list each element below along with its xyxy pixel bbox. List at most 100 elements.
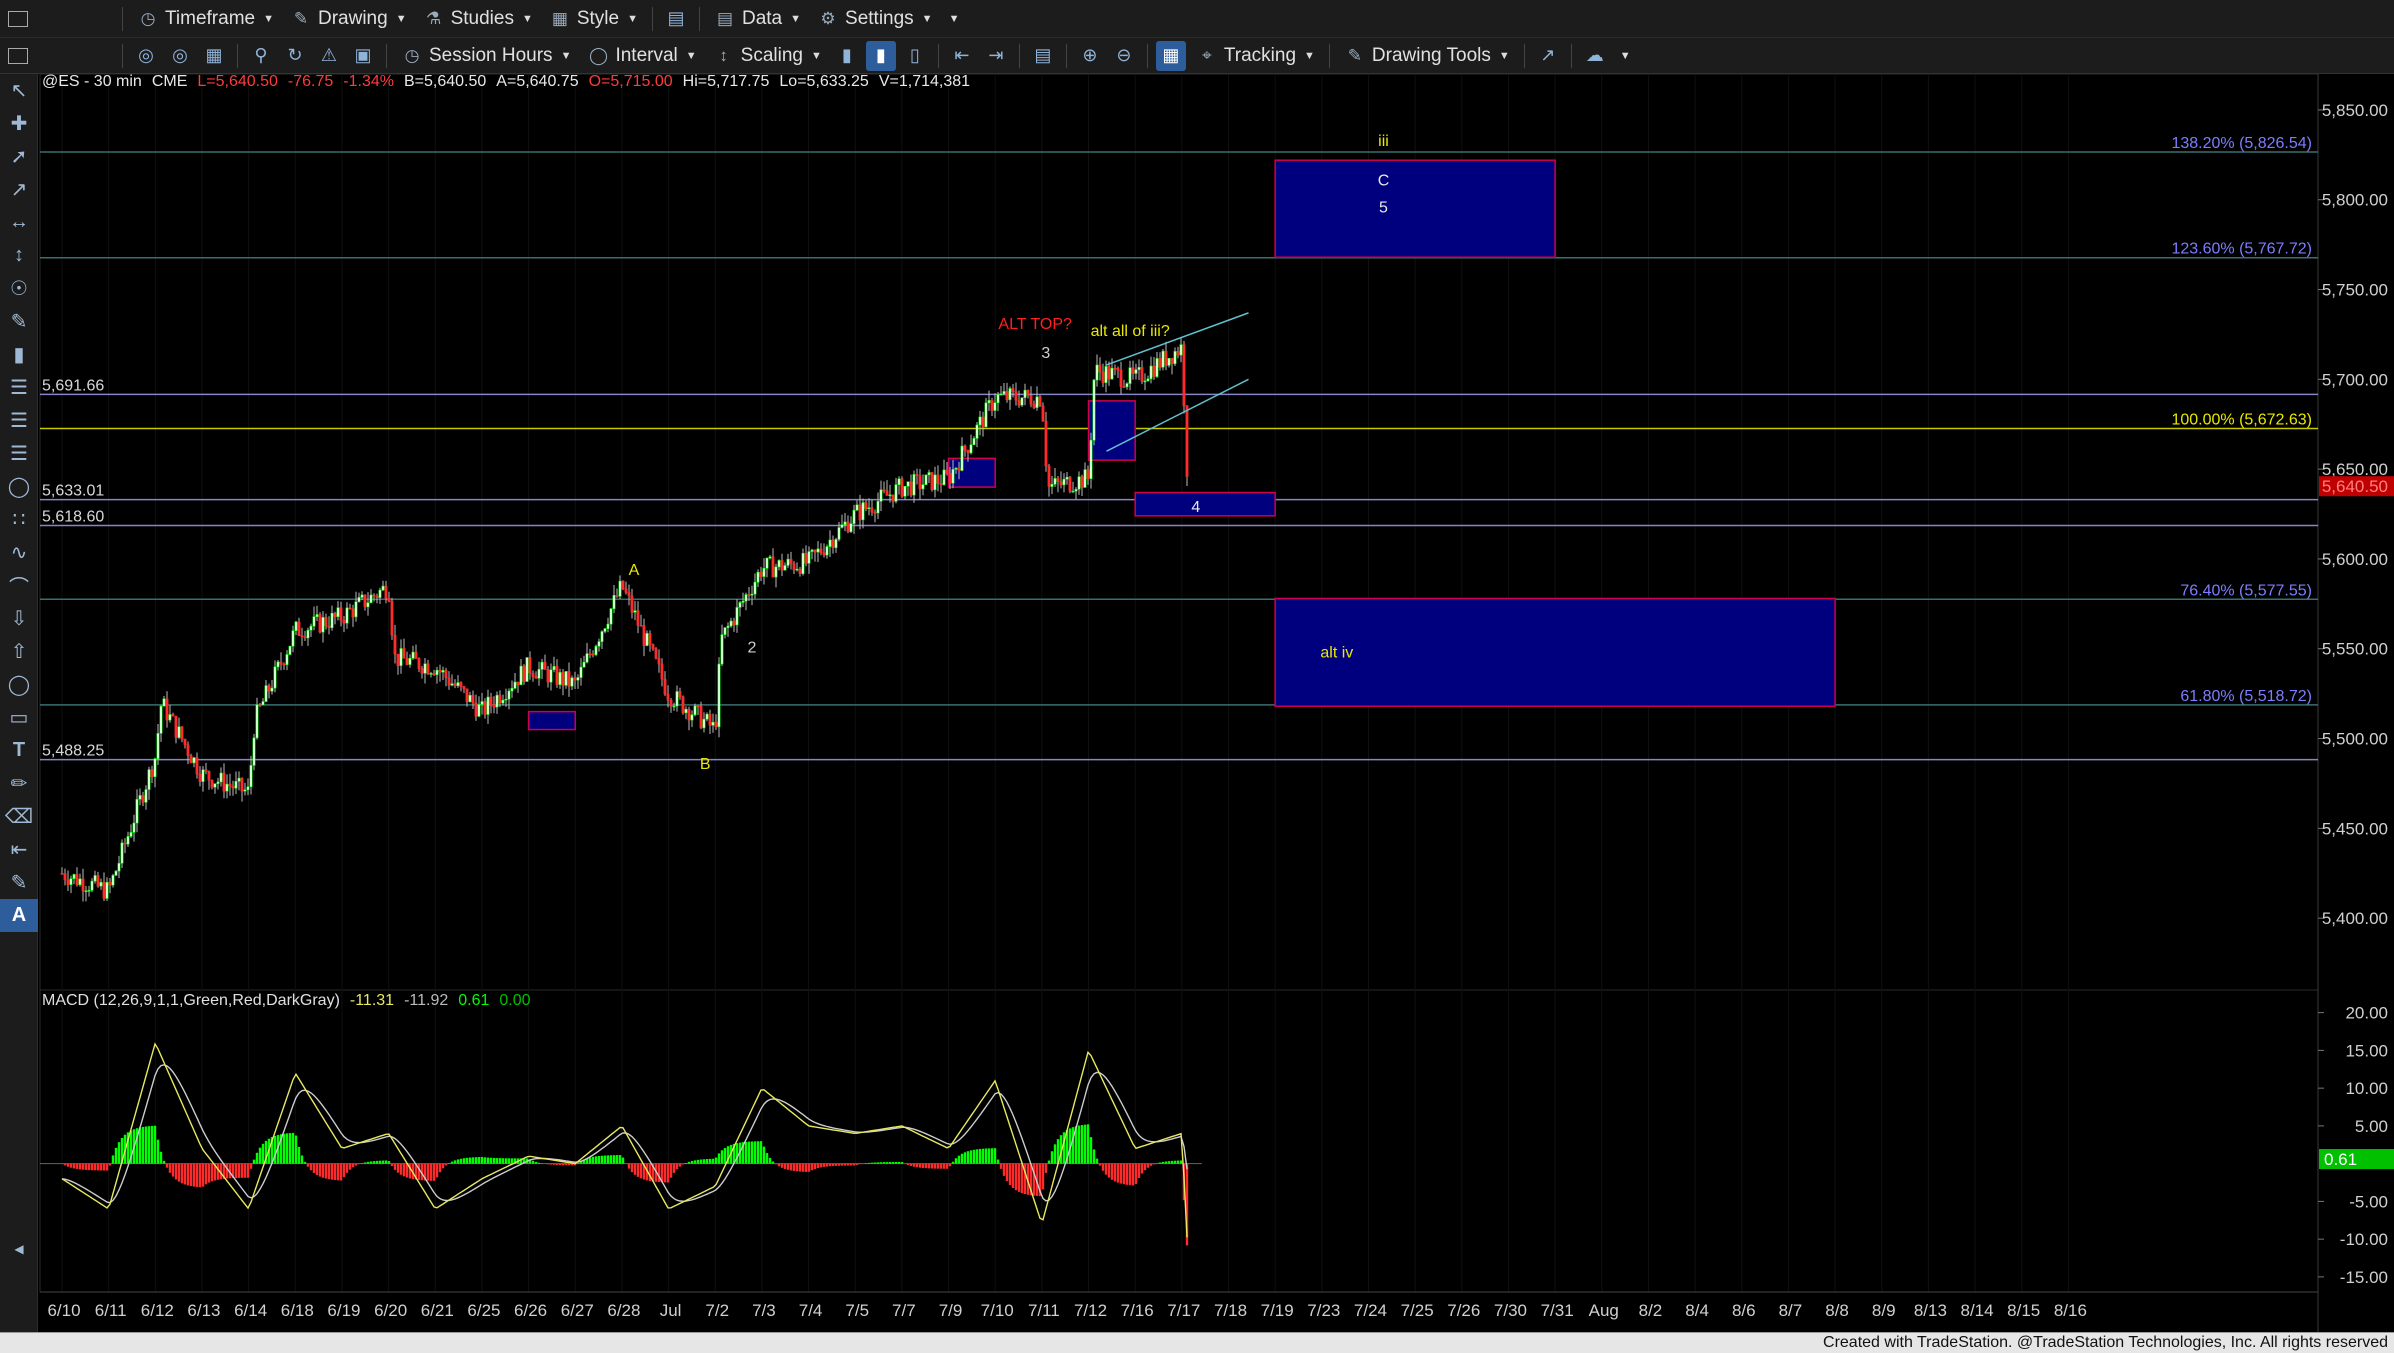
window-2-button[interactable] bbox=[0, 38, 116, 73]
fib-icon[interactable]: ☰ bbox=[0, 371, 38, 404]
macd-histogram-bar bbox=[153, 1125, 157, 1164]
arc-icon[interactable]: ⌒ bbox=[0, 569, 38, 602]
drawing-tools-menu[interactable]: ✎ Drawing Tools ▼ bbox=[1336, 38, 1518, 73]
bar-style-icon[interactable]: ▮ bbox=[832, 41, 862, 71]
macd-histogram-bar bbox=[1125, 1163, 1129, 1185]
tracking-menu[interactable]: ⌖ Tracking ▼ bbox=[1188, 38, 1323, 73]
candle bbox=[390, 600, 394, 636]
fib-extension-icon[interactable]: ☰ bbox=[0, 404, 38, 437]
compress-icon[interactable]: ⇤ bbox=[947, 41, 977, 71]
grid-icon[interactable]: ▦ bbox=[199, 41, 229, 71]
cycle-icon[interactable]: ◯ bbox=[0, 470, 38, 503]
zoom-out-icon[interactable]: ⊖ bbox=[1109, 41, 1139, 71]
macd-histogram-bar bbox=[312, 1163, 316, 1174]
screenshot-icon[interactable]: ▣ bbox=[348, 41, 378, 71]
candle bbox=[1020, 397, 1024, 406]
candle bbox=[804, 552, 808, 564]
candle bbox=[822, 552, 826, 556]
pattern-icon[interactable]: ∷ bbox=[0, 503, 38, 536]
settings-menu[interactable]: ⚙ Settings ▼ bbox=[809, 0, 941, 37]
arrow-up-icon[interactable]: ⇧ bbox=[0, 635, 38, 668]
analysis-text-icon[interactable]: A bbox=[0, 899, 38, 932]
macd-histogram-bar bbox=[315, 1163, 319, 1176]
macd-histogram-bar bbox=[345, 1163, 349, 1173]
studies-menu[interactable]: ⚗ Studies ▼ bbox=[415, 0, 541, 37]
alert-icon[interactable]: ⚠ bbox=[314, 41, 344, 71]
refresh-icon[interactable]: ↻ bbox=[280, 41, 310, 71]
drawing-menu[interactable]: ✎ Drawing ▼ bbox=[282, 0, 415, 37]
pointer-icon[interactable]: ↖ bbox=[0, 74, 38, 107]
macd-value-4: 0.00 bbox=[499, 992, 531, 1009]
bars-icon[interactable]: ▮ bbox=[0, 338, 38, 371]
symbol-lookup-icon[interactable]: ⚲ bbox=[246, 41, 276, 71]
macd-histogram-bar bbox=[756, 1141, 760, 1164]
candle bbox=[1008, 388, 1012, 401]
trendline-icon[interactable]: ➚ bbox=[0, 140, 38, 173]
zoom-in-icon[interactable]: ⊕ bbox=[1075, 41, 1105, 71]
rectangle-icon[interactable]: ▭ bbox=[0, 701, 38, 734]
macd-histogram-bar bbox=[426, 1163, 430, 1181]
candle bbox=[696, 705, 700, 708]
speed-line-icon[interactable]: ☉ bbox=[0, 272, 38, 305]
macd-histogram-bar bbox=[282, 1133, 286, 1164]
macd-histogram-bar bbox=[849, 1163, 853, 1166]
crosshair-icon[interactable]: ✚ bbox=[0, 107, 38, 140]
chart-layout-button[interactable]: ▤ bbox=[661, 4, 691, 34]
scaling-menu[interactable]: ↕ Scaling ▼ bbox=[705, 38, 830, 73]
ray-icon[interactable]: ↗ bbox=[0, 173, 38, 206]
session-hours-menu[interactable]: ◷ Session Hours ▼ bbox=[393, 38, 579, 73]
candle bbox=[810, 549, 814, 552]
candle bbox=[546, 669, 550, 683]
brush-icon[interactable]: ✏ bbox=[0, 767, 38, 800]
candle bbox=[603, 628, 607, 632]
wave-icon[interactable]: ∿ bbox=[0, 536, 38, 569]
link-icon[interactable]: ◎ bbox=[131, 41, 161, 71]
candle bbox=[276, 661, 280, 668]
pen-icon[interactable]: ✎ bbox=[0, 305, 38, 338]
candle bbox=[771, 556, 775, 578]
vertical-line-icon[interactable]: ↕ bbox=[0, 239, 38, 272]
text-icon[interactable]: T bbox=[0, 734, 38, 767]
snap-icon[interactable]: ⇤ bbox=[0, 833, 38, 866]
chart-canvas[interactable]: 138.20% (5,826.54) 123.60% (5,767.72) 100.… bbox=[0, 0, 2394, 1353]
candle bbox=[1155, 358, 1159, 377]
candle bbox=[693, 705, 697, 716]
arrow-down-icon[interactable]: ⇩ bbox=[0, 602, 38, 635]
data-menu[interactable]: ▤ Data ▼ bbox=[706, 0, 809, 37]
link-2-icon[interactable]: ◎ bbox=[165, 41, 195, 71]
overflow-menu-2[interactable]: ▼ bbox=[1612, 38, 1639, 73]
timeframe-menu[interactable]: ◷ Timeframe ▼ bbox=[129, 0, 282, 37]
macd-histogram-bar bbox=[306, 1163, 310, 1167]
macd-histogram-bar bbox=[927, 1163, 931, 1169]
horizontal-line-icon[interactable]: ↔ bbox=[0, 206, 38, 239]
line-style-icon[interactable]: ▯ bbox=[900, 41, 930, 71]
interval-menu[interactable]: ◯ Interval ▼ bbox=[579, 38, 704, 73]
eraser-icon[interactable]: ⌫ bbox=[0, 800, 38, 833]
candle bbox=[219, 772, 223, 783]
overflow-menu[interactable]: ▼ bbox=[941, 0, 968, 37]
candle bbox=[498, 694, 502, 704]
style-menu[interactable]: ▦ Style ▼ bbox=[541, 0, 646, 37]
bar-chart-icon: ▤ bbox=[716, 8, 734, 28]
timeframe-label: Timeframe bbox=[165, 7, 256, 29]
candle bbox=[492, 704, 496, 708]
candle bbox=[93, 875, 97, 882]
collapse-sidebar-icon[interactable]: ◀ bbox=[0, 1232, 38, 1265]
macd-histogram-bar bbox=[606, 1155, 610, 1164]
channel-icon[interactable]: ☰ bbox=[0, 437, 38, 470]
expand-icon[interactable]: ⇥ bbox=[981, 41, 1011, 71]
macd-histogram-bar bbox=[912, 1163, 916, 1167]
layout-icon[interactable]: ▤ bbox=[1028, 41, 1058, 71]
trendline-icon[interactable]: ↗ bbox=[1533, 41, 1563, 71]
chat-icon[interactable]: ☁ bbox=[1580, 41, 1610, 71]
macd-histogram-bar bbox=[303, 1161, 307, 1164]
candle bbox=[84, 890, 88, 892]
eyedropper-icon[interactable]: ✎ bbox=[0, 866, 38, 899]
window-menu-button[interactable] bbox=[0, 0, 116, 37]
ellipse-icon[interactable]: ◯ bbox=[0, 668, 38, 701]
candlestick-icon[interactable]: ▮ bbox=[865, 40, 896, 71]
x-tick-label: 8/9 bbox=[1872, 1301, 1896, 1320]
macd-histogram-bar bbox=[1032, 1163, 1036, 1196]
macd-histogram-bar bbox=[363, 1162, 367, 1164]
grid-toggle-icon[interactable]: ▦ bbox=[1155, 40, 1186, 71]
